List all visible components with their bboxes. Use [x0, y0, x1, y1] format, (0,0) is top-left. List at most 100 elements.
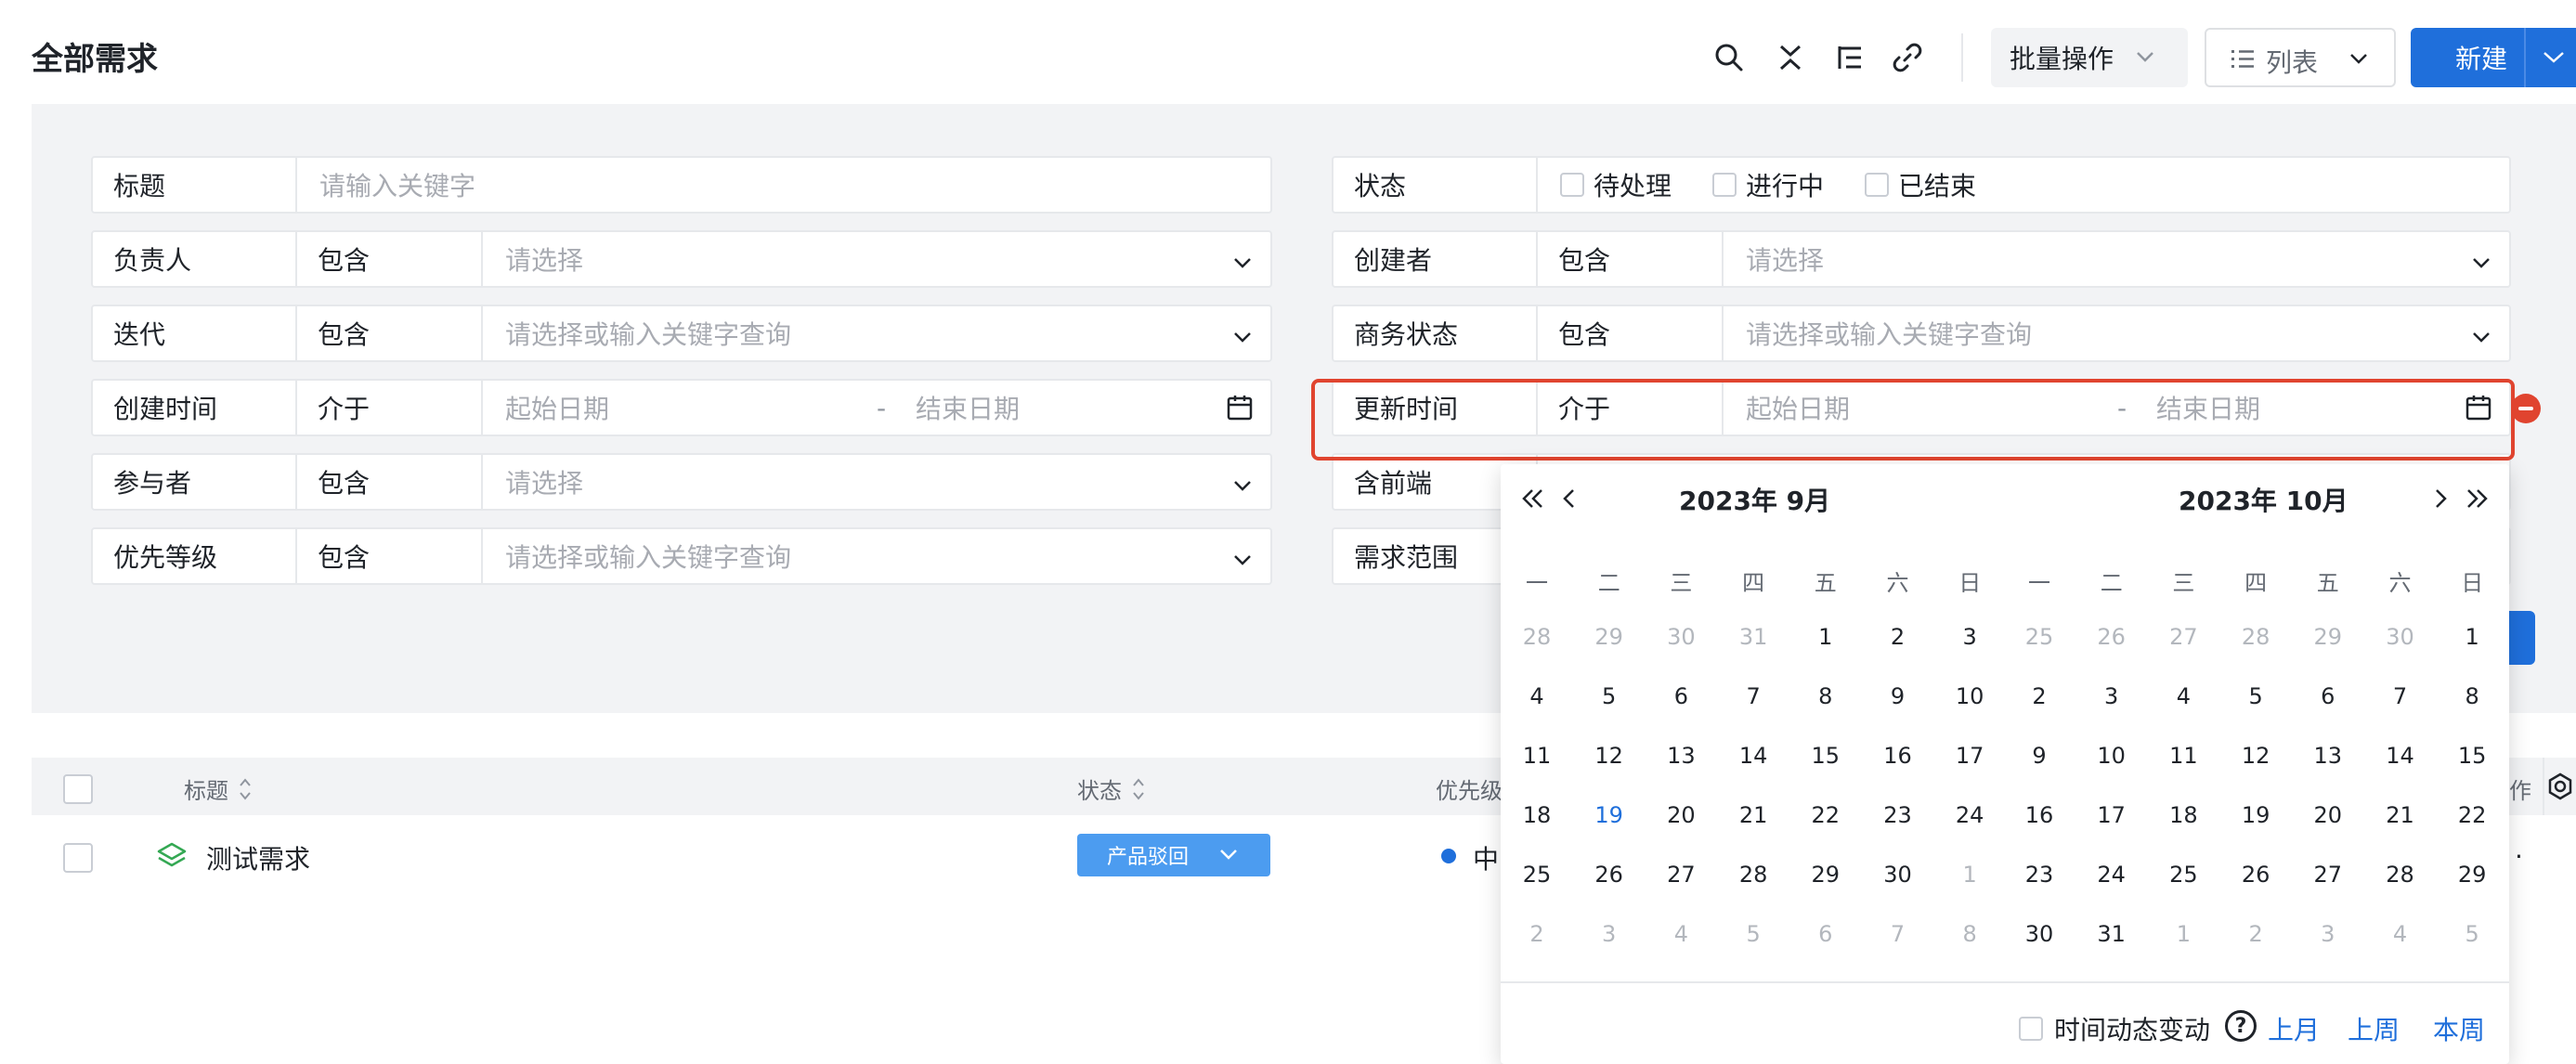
view-mode-select[interactable]: 列表: [2205, 28, 2396, 87]
quick-last-month[interactable]: 上月: [2268, 1010, 2320, 1047]
status-checkbox[interactable]: [1865, 173, 1890, 197]
calendar-day[interactable]: 13: [2292, 743, 2364, 769]
calendar-day[interactable]: 30: [1645, 624, 1717, 650]
calendar-day[interactable]: 8: [1789, 683, 1862, 709]
quick-this-week[interactable]: 本周: [2433, 1010, 2485, 1047]
calendar-day[interactable]: 25: [2147, 862, 2219, 888]
calendar-day[interactable]: 20: [2292, 802, 2364, 828]
double-right-icon[interactable]: [2463, 483, 2491, 521]
calendar-day[interactable]: 31: [2075, 921, 2148, 947]
calendar-day[interactable]: 28: [1717, 862, 1789, 888]
new-button[interactable]: 新建: [2411, 28, 2576, 87]
calendar-day[interactable]: 23: [2003, 862, 2075, 888]
calendar-day[interactable]: 20: [1645, 802, 1717, 828]
search-icon[interactable]: [1711, 37, 1748, 78]
calendar-day[interactable]: 4: [1645, 921, 1717, 947]
filter-operator[interactable]: 包含: [297, 529, 483, 583]
column-priority[interactable]: 优先级: [1436, 772, 1503, 805]
dynamic-time-checkbox[interactable]: [2019, 1017, 2043, 1041]
sort-icon[interactable]: [1131, 776, 1146, 802]
calendar-day[interactable]: 22: [1789, 802, 1862, 828]
filter-operator[interactable]: 包含: [1538, 306, 1724, 360]
calendar-day[interactable]: 5: [2219, 683, 2292, 709]
right-icon[interactable]: [2431, 483, 2450, 521]
row-title[interactable]: 测试需求: [206, 839, 310, 876]
column-title[interactable]: 标题: [184, 772, 253, 805]
quick-last-week[interactable]: 上周: [2348, 1010, 2400, 1047]
start-date-input[interactable]: 起始日期: [505, 389, 877, 426]
calendar-day[interactable]: 7: [2364, 683, 2437, 709]
calendar-day[interactable]: 10: [2075, 743, 2148, 769]
calendar-day[interactable]: 17: [1933, 743, 2006, 769]
calendar-day[interactable]: 2: [1862, 624, 1934, 650]
calendar-day[interactable]: 19: [1573, 802, 1646, 828]
calendar-day[interactable]: 6: [1789, 921, 1862, 947]
dynamic-time-toggle[interactable]: 时间动态变动: [2019, 1010, 2210, 1047]
help-icon[interactable]: ?: [2225, 1010, 2257, 1042]
calendar-day[interactable]: 25: [2003, 624, 2075, 650]
calendar-day[interactable]: 2: [2003, 683, 2075, 709]
calendar-day[interactable]: 9: [1862, 683, 1934, 709]
calendar-day[interactable]: 27: [2147, 624, 2219, 650]
calendar-day[interactable]: 28: [2219, 624, 2292, 650]
calendar-day[interactable]: 22: [2436, 802, 2508, 828]
filter-select[interactable]: 请选择: [483, 455, 1270, 509]
calendar-day[interactable]: 18: [2147, 802, 2219, 828]
calendar-day[interactable]: 29: [2292, 624, 2364, 650]
calendar-day[interactable]: 4: [2147, 683, 2219, 709]
search-confirm-button[interactable]: [2507, 611, 2535, 665]
filter-operator[interactable]: 包含: [297, 455, 483, 509]
link-icon[interactable]: [1889, 37, 1926, 78]
calendar-day[interactable]: 29: [1789, 862, 1862, 888]
calendar-day[interactable]: 5: [2436, 921, 2508, 947]
row-checkbox[interactable]: [63, 843, 93, 873]
calendar-day[interactable]: 27: [1645, 862, 1717, 888]
calendar-day[interactable]: 15: [1789, 743, 1862, 769]
chevron-down-icon[interactable]: [2541, 50, 2567, 65]
calendar-day[interactable]: 16: [1862, 743, 1934, 769]
calendar-day[interactable]: 3: [2292, 921, 2364, 947]
calendar-day[interactable]: 7: [1717, 683, 1789, 709]
calendar-day[interactable]: 13: [1645, 743, 1717, 769]
calendar-day[interactable]: 30: [2003, 921, 2075, 947]
calendar-day[interactable]: 26: [2075, 624, 2148, 650]
calendar-day[interactable]: 23: [1862, 802, 1934, 828]
batch-operation-button[interactable]: 批量操作: [1991, 28, 2188, 87]
calendar-day[interactable]: 1: [2436, 624, 2508, 650]
status-checkbox[interactable]: [1560, 173, 1584, 197]
calendar-day[interactable]: 11: [2147, 743, 2219, 769]
calendar-day[interactable]: 30: [1862, 862, 1934, 888]
calendar-day[interactable]: 3: [1573, 921, 1646, 947]
calendar-day[interactable]: 12: [2219, 743, 2292, 769]
calendar-day[interactable]: 3: [1933, 624, 2006, 650]
filter-select[interactable]: 请选择或输入关键字查询: [483, 529, 1270, 583]
calendar-day[interactable]: 26: [2219, 862, 2292, 888]
calendar-day[interactable]: 14: [2364, 743, 2437, 769]
settings-icon[interactable]: [2543, 758, 2576, 815]
filter-select[interactable]: 请选择: [1724, 232, 2509, 286]
calendar-day[interactable]: 27: [2292, 862, 2364, 888]
calendar-day[interactable]: 5: [1717, 921, 1789, 947]
calendar-day[interactable]: 31: [1717, 624, 1789, 650]
calendar-day[interactable]: 19: [2219, 802, 2292, 828]
calendar-day[interactable]: 1: [2147, 921, 2219, 947]
tree-list-icon[interactable]: [1831, 37, 1868, 78]
filter-select[interactable]: 请选择或输入关键字查询: [483, 306, 1270, 360]
sort-icon[interactable]: [238, 776, 253, 802]
calendar-day[interactable]: 6: [2292, 683, 2364, 709]
calendar-day[interactable]: 29: [2436, 862, 2508, 888]
calendar-day[interactable]: 21: [1717, 802, 1789, 828]
filter-select[interactable]: 请选择或输入关键字查询: [1724, 306, 2509, 360]
calendar-icon[interactable]: [1226, 394, 1254, 428]
minus-circle-icon[interactable]: [2511, 394, 2541, 423]
double-left-icon[interactable]: [1519, 483, 1547, 521]
calendar-day[interactable]: 1: [1933, 862, 2006, 888]
calendar-day[interactable]: 2: [2219, 921, 2292, 947]
calendar-day[interactable]: 24: [2075, 862, 2148, 888]
calendar-day[interactable]: 30: [2364, 624, 2437, 650]
calendar-day[interactable]: 8: [2436, 683, 2508, 709]
end-date-input[interactable]: 结束日期: [916, 389, 1020, 426]
calendar-day[interactable]: 5: [1573, 683, 1646, 709]
calendar-day[interactable]: 10: [1933, 683, 2006, 709]
status-option[interactable]: 已结束: [1865, 166, 1976, 203]
